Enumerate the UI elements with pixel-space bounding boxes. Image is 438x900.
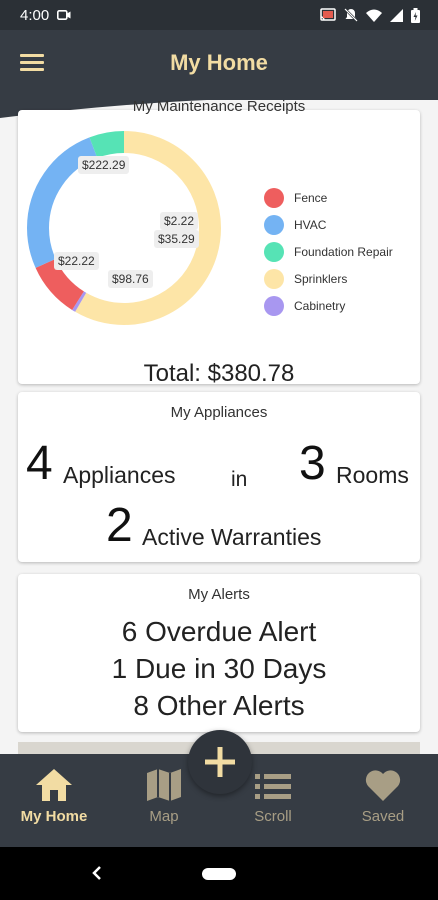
nav-label: Scroll (254, 808, 292, 825)
legend-item-cabinetry: Cabinetry (264, 292, 393, 319)
nav-label: My Home (20, 808, 88, 825)
receipts-title: My Maintenance Receipts (132, 98, 306, 115)
alert-other: 8 Other Alerts (133, 690, 305, 721)
chart-legend: Fence HVAC Foundation Repair Sprinklers … (264, 184, 393, 319)
chart-label-hvac: $98.76 (108, 270, 153, 288)
legend-item-foundation-repair: Foundation Repair (264, 238, 393, 265)
heart-icon (365, 770, 401, 801)
legend-label: Cabinetry (294, 298, 346, 313)
nav-my-home[interactable]: My Home (4, 754, 104, 847)
room-count: 3 (299, 437, 326, 490)
plus-icon (205, 747, 235, 777)
receipts-total: Total: $380.78 (143, 360, 295, 387)
nav-saved[interactable]: Saved (333, 754, 433, 847)
wifi-icon (366, 9, 382, 22)
alerts-card[interactable]: My Alerts 6 Overdue Alert 1 Due in 30 Da… (18, 574, 420, 732)
nav-label: Map (149, 808, 179, 825)
chart-label-cabinetry: $2.22 (160, 212, 199, 230)
battery-icon (411, 7, 420, 23)
map-icon (147, 769, 181, 801)
status-bar: 4:00 (0, 0, 438, 30)
legend-swatch-sprinklers (264, 268, 284, 289)
appliance-label: Appliances (63, 462, 176, 488)
warranty-count: 2 (106, 499, 133, 552)
chart-label-fence: $35.29 (154, 230, 199, 248)
room-label: Rooms (336, 462, 409, 488)
legend-swatch-fence (264, 187, 284, 208)
dashboard-content[interactable]: My Maintenance Receipts $222.29 $2.22 $3… (0, 92, 438, 754)
video-record-icon (57, 10, 71, 20)
chart-label-sprinklers: $222.29 (78, 156, 130, 174)
alert-overdue: 6 Overdue Alert (121, 616, 317, 647)
home-icon (36, 769, 72, 801)
legend-item-hvac: HVAC (264, 211, 393, 238)
status-time: 4:00 (20, 6, 50, 24)
legend-swatch-foundation-repair (264, 241, 284, 262)
appliances-card[interactable]: My Appliances 4 Appliances in 3 Rooms 2 … (18, 392, 420, 562)
home-gesture-pill[interactable] (202, 868, 236, 880)
system-nav-bar (0, 847, 438, 900)
alert-due-soon: 1 Due in 30 Days (111, 653, 327, 684)
page-title: My Home (170, 50, 268, 75)
nav-label: Saved (361, 808, 405, 825)
app-bar: My Home (0, 30, 438, 100)
legend-item-sprinklers: Sprinklers (264, 265, 393, 292)
warranty-label: Active Warranties (142, 524, 322, 550)
cast-icon (320, 8, 336, 21)
appliances-title: My Appliances (170, 404, 268, 421)
legend-item-fence: Fence (264, 184, 393, 211)
in-label: in (231, 468, 248, 491)
back-icon[interactable] (92, 865, 102, 881)
legend-swatch-hvac (264, 214, 284, 235)
receipts-card[interactable]: My Maintenance Receipts $222.29 $2.22 $3… (18, 98, 420, 387)
signal-icon (390, 8, 403, 22)
mute-icon (344, 8, 358, 22)
alerts-title: My Alerts (188, 586, 250, 603)
legend-label: Foundation Repair (294, 244, 393, 259)
legend-swatch-cabinetry (264, 295, 284, 316)
legend-label: Fence (294, 190, 328, 205)
add-button[interactable] (188, 730, 252, 794)
legend-label: Sprinklers (294, 271, 348, 286)
appliance-count: 4 (26, 437, 53, 490)
list-icon (255, 774, 291, 799)
legend-label: HVAC (294, 217, 327, 232)
chart-label-foundation: $22.22 (54, 252, 99, 270)
